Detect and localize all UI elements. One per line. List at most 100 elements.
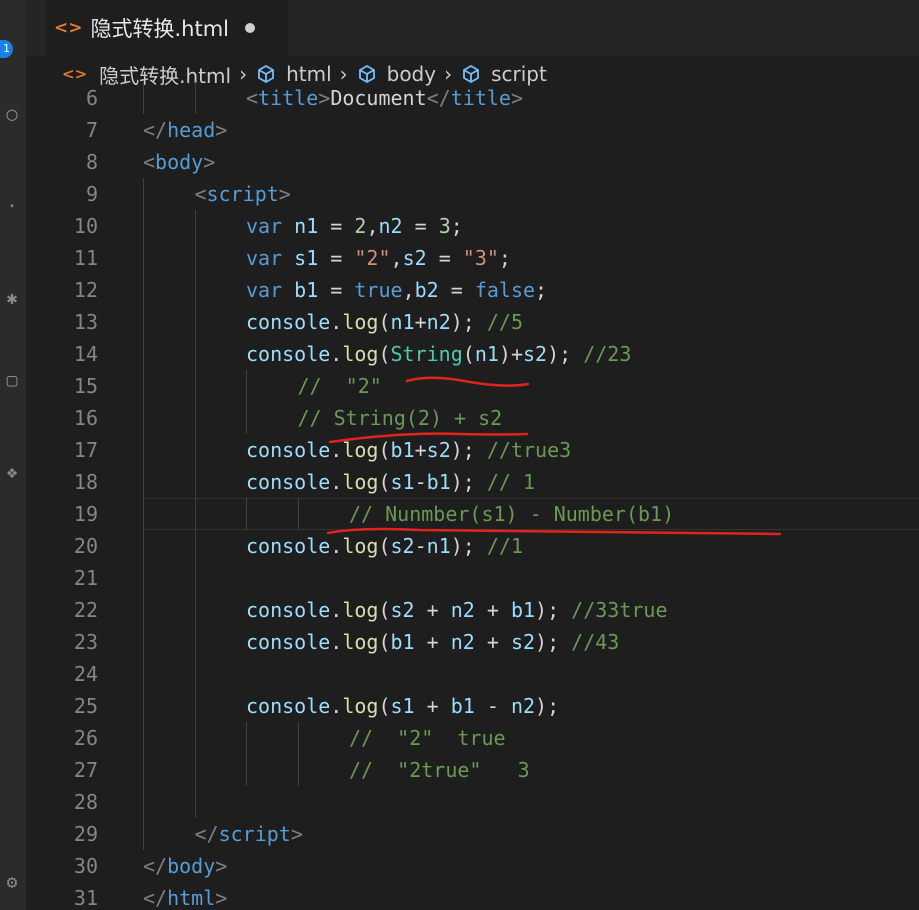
code-token: //true3 — [486, 438, 572, 462]
indent-guide — [246, 498, 247, 530]
line-number: 12 — [73, 278, 98, 302]
run-debug-icon[interactable]: ✱ — [0, 288, 24, 312]
code-token: 3 — [438, 214, 451, 238]
code-token: log — [342, 310, 379, 334]
indent-guide — [143, 338, 144, 370]
code-token: script — [218, 822, 291, 846]
code-line[interactable]: 7 </head> — [26, 114, 919, 146]
code-line[interactable]: 24 — [26, 658, 919, 690]
code-text: console.log(s2-n1); //1 — [246, 530, 523, 562]
code-token: > — [278, 182, 291, 206]
line-number: 9 — [85, 182, 98, 206]
code-token: // 1 — [486, 470, 536, 494]
line-number: 21 — [73, 566, 98, 590]
code-token: script — [206, 182, 279, 206]
indent-guide — [143, 82, 144, 114]
code-line[interactable]: 23 console.log(b1 + n2 + s2); //43 — [26, 626, 919, 658]
search-icon[interactable]: ◯ — [0, 104, 24, 128]
code-line[interactable]: 11 var s1 = "2",s2 = "3"; — [26, 242, 919, 274]
extensions-icon[interactable]: ▢ — [0, 370, 24, 394]
code-text: <title>Document</title> — [246, 82, 523, 114]
indent-guide — [143, 274, 144, 306]
indent-guide — [194, 82, 196, 114]
indent-guide — [143, 498, 144, 530]
line-number: 30 — [73, 854, 98, 878]
line-number: 20 — [73, 534, 98, 558]
code-line[interactable]: 25 console.log(s1 + b1 - n2); — [26, 690, 919, 722]
code-line[interactable]: 21 — [26, 562, 919, 594]
line-number: 16 — [73, 406, 98, 430]
code-token: = — [318, 214, 355, 238]
code-token: </ — [194, 822, 219, 846]
code-token: ); — [450, 438, 487, 462]
code-line[interactable]: 30 </body> — [26, 850, 919, 882]
code-text: // "2" true — [349, 722, 506, 754]
indent-guide — [143, 786, 144, 818]
code-line[interactable]: 19 // Nunmber(s1) - Number(b1) — [26, 498, 919, 530]
code-token: ( — [378, 694, 391, 718]
code-text: <script> — [195, 178, 291, 210]
code-line[interactable]: 20 console.log(s2-n1); //1 — [26, 530, 919, 562]
code-line[interactable]: 16 // String(2) + s2 — [26, 402, 919, 434]
code-line[interactable]: 8 <body> — [26, 146, 919, 178]
code-line[interactable]: 31 </html> — [26, 882, 919, 910]
line-number: 31 — [73, 886, 98, 910]
code-token: ( — [378, 534, 391, 558]
code-line[interactable]: 26 // "2" true — [26, 722, 919, 754]
code-line[interactable]: 14 console.log(String(n1)+s2); //23 — [26, 338, 919, 370]
code-line[interactable]: 22 console.log(s2 + n2 + b1); //33true — [26, 594, 919, 626]
code-line[interactable]: 28 — [26, 786, 919, 818]
remote-explorer-icon[interactable]: ❖ — [0, 462, 24, 486]
code-line[interactable]: 15 // "2" — [26, 370, 919, 402]
code-line[interactable]: 10 var n1 = 2,n2 = 3; — [26, 210, 919, 242]
code-token: + — [474, 630, 511, 654]
gear-icon[interactable]: ⚙ — [0, 872, 24, 896]
tab-active-file[interactable]: <> 隐式转换.html — [46, 0, 288, 56]
code-token: s1 — [390, 470, 415, 494]
code-token: b1 — [294, 278, 319, 302]
code-token: </ — [143, 886, 168, 910]
line-number: 29 — [73, 822, 98, 846]
code-token: ); — [450, 534, 487, 558]
code-line[interactable]: 27 // "2true" 3 — [26, 754, 919, 786]
code-token: ); — [535, 598, 572, 622]
editor-tab-strip: <> 隐式转换.html — [26, 0, 919, 56]
line-number: 13 — [73, 310, 98, 334]
code-token: ); — [450, 310, 487, 334]
code-token: console — [246, 598, 331, 622]
indent-guide — [194, 434, 196, 466]
code-text: </html> — [143, 882, 227, 910]
code-token: > — [318, 86, 331, 110]
code-text: // Nunmber(s1) - Number(b1) — [349, 498, 674, 530]
code-line[interactable]: 18 console.log(s1-b1); // 1 — [26, 466, 919, 498]
code-text: // String(2) + s2 — [298, 402, 503, 434]
code-line[interactable]: 6 <title>Document</title> — [26, 82, 919, 114]
line-number: 23 — [73, 630, 98, 654]
code-token: b1 — [390, 438, 415, 462]
code-token: + — [474, 598, 511, 622]
code-token: > — [510, 86, 523, 110]
code-line[interactable]: 9 <script> — [26, 178, 919, 210]
source-control-icon[interactable]: ⋅ — [0, 196, 24, 220]
code-line[interactable]: 17 console.log(b1+s2); //true3 — [26, 434, 919, 466]
code-token: log — [342, 342, 379, 366]
code-line[interactable]: 13 console.log(n1+n2); //5 — [26, 306, 919, 338]
code-token: console — [246, 470, 331, 494]
code-token: s2 — [510, 630, 536, 654]
code-token: n2 — [450, 630, 475, 654]
code-line[interactable]: 12 var b1 = true,b2 = false; — [26, 274, 919, 306]
indent-guide — [194, 402, 196, 434]
code-editor[interactable]: 6 <title>Document</title> 7 </head> 8 <body> 9… — [26, 82, 919, 910]
code-line[interactable]: 29 </script> — [26, 818, 919, 850]
code-token: ( — [378, 310, 391, 334]
code-token: , — [390, 246, 403, 270]
indent-guide — [143, 626, 144, 658]
code-token: true — [354, 278, 403, 302]
code-token: b1 — [510, 598, 536, 622]
code-token: < — [246, 86, 259, 110]
code-token: b1 — [450, 694, 475, 718]
indent-guide — [194, 306, 196, 338]
indent-guide — [143, 370, 144, 402]
unsaved-dot-icon[interactable] — [245, 23, 256, 33]
